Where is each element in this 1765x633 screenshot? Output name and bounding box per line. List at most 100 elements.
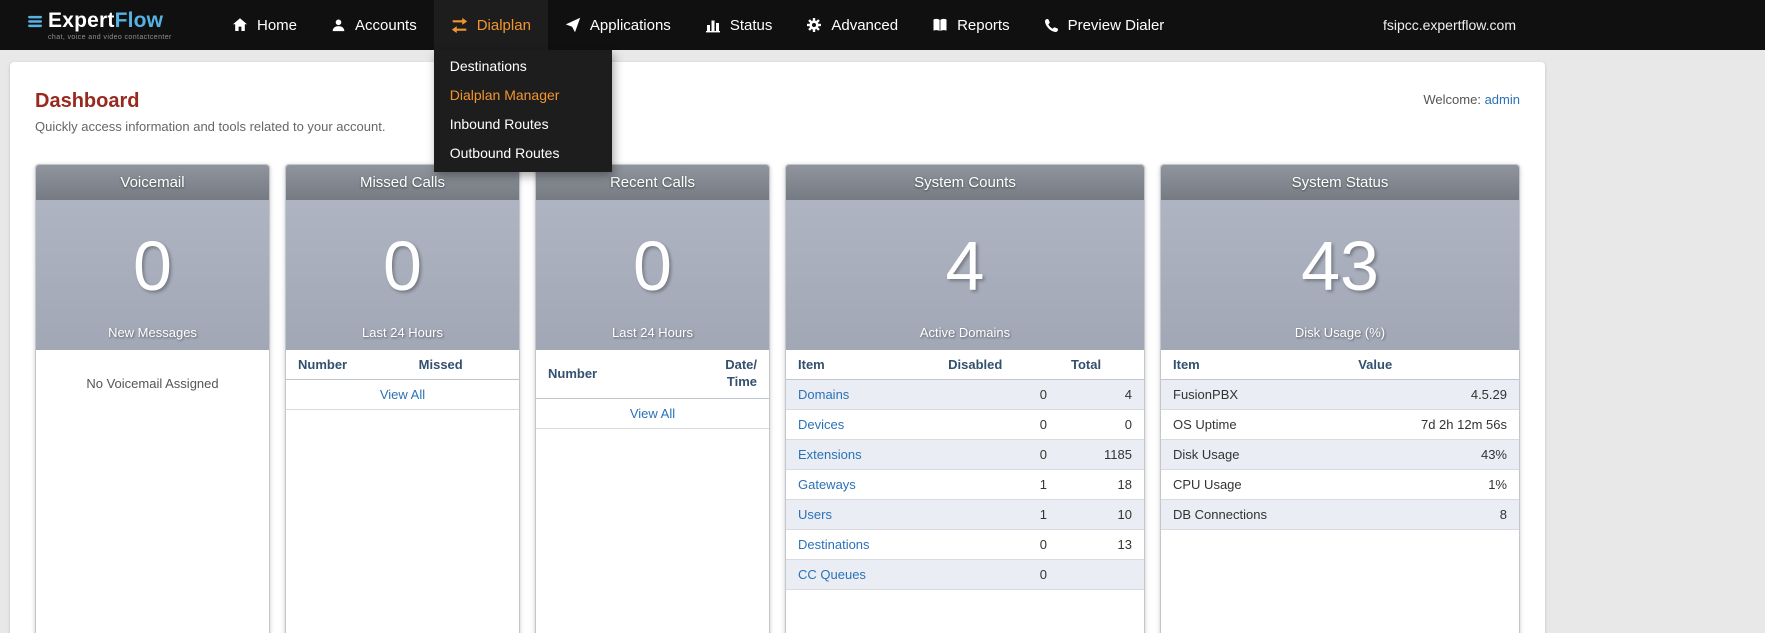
missed-calls-view-all-link[interactable]: View All [380, 387, 425, 402]
column-header-item: Item [1161, 350, 1347, 380]
table-row: DB Connections 8 [1161, 499, 1519, 530]
menu-item-destinations[interactable]: Destinations [434, 52, 612, 81]
nav-item-advanced[interactable]: Advanced [789, 0, 915, 50]
main-menu: Home Accounts Dialplan Destinations Dial… [215, 0, 1182, 172]
nav-item-label: Preview Dialer [1067, 16, 1165, 34]
recent-calls-view-all-link[interactable]: View All [630, 406, 675, 421]
table-row: Disk Usage 43% [1161, 439, 1519, 470]
status-item: DB Connections [1161, 499, 1347, 530]
welcome-label: Welcome: [1423, 92, 1481, 107]
menu-item-outbound-routes[interactable]: Outbound Routes [434, 139, 612, 168]
item-link-domains[interactable]: Domains [798, 387, 849, 402]
table-row: Users 1 10 [786, 499, 1144, 530]
phone-icon [1044, 18, 1059, 33]
column-header-number: Number [286, 350, 407, 380]
status-value: 43% [1346, 439, 1519, 470]
column-header-datetime: Date/Time [713, 350, 769, 399]
column-header-item: Item [786, 350, 937, 380]
nav-item-home[interactable]: Home [215, 0, 314, 50]
nav-item-label: Home [257, 16, 298, 34]
system-status-table: Item Value FusionPBX 4.5.29 OS Uptime 7d… [1161, 350, 1519, 530]
table-row: Domains 0 4 [786, 379, 1144, 410]
column-header-disabled: Disabled [936, 350, 1059, 380]
disabled-count: 1 [936, 469, 1059, 500]
nav-item-dialplan[interactable]: Dialplan Destinations Dialplan Manager I… [433, 0, 612, 172]
nav-item-preview-dialer[interactable]: Preview Dialer [1027, 0, 1182, 50]
table-row: Gateways 1 18 [786, 469, 1144, 500]
nav-item-applications[interactable]: Applications [548, 0, 688, 50]
status-value: 4.5.29 [1346, 379, 1519, 410]
total-count: 1185 [1058, 439, 1144, 470]
system-counts-card: System Counts 4 Active Domains Item Disa… [785, 164, 1145, 633]
nav-item-label: Accounts [355, 16, 417, 34]
status-item: CPU Usage [1161, 469, 1347, 500]
home-icon [232, 17, 248, 33]
system-status-card-title: System Status [1161, 165, 1519, 200]
status-value: 1% [1346, 469, 1519, 500]
menu-item-inbound-routes[interactable]: Inbound Routes [434, 110, 612, 139]
disabled-count: 0 [936, 379, 1059, 410]
user-icon [331, 18, 346, 33]
recent-calls-count: 0 [633, 226, 672, 305]
item-link-extensions[interactable]: Extensions [798, 447, 862, 462]
top-navbar: Expert Flow chat, voice and video contact… [0, 0, 1765, 172]
exchange-arrows-icon [451, 17, 468, 34]
status-item: OS Uptime [1161, 409, 1347, 440]
voicemail-empty-text: No Voicemail Assigned [86, 376, 219, 391]
missed-calls-card: Missed Calls 0 Last 24 Hours Number Miss… [285, 164, 520, 633]
brand-tagline: chat, voice and video contactcenter [48, 34, 172, 41]
system-status-card: System Status 43 Disk Usage (%) Item Val… [1160, 164, 1520, 633]
brand-name-secondary: Flow [114, 9, 164, 32]
welcome-user-link[interactable]: admin [1485, 92, 1520, 107]
recent-calls-count-block: 0 Last 24 Hours [536, 200, 769, 350]
table-row: FusionPBX 4.5.29 [1161, 379, 1519, 410]
nav-item-label: Dialplan [476, 16, 531, 34]
menu-item-dialplan-manager[interactable]: Dialplan Manager [434, 81, 612, 110]
system-counts-count: 4 [945, 226, 985, 305]
table-row: OS Uptime 7d 2h 12m 56s [1161, 409, 1519, 440]
status-value: 7d 2h 12m 56s [1346, 409, 1519, 440]
disabled-count: 0 [936, 529, 1059, 560]
nav-item-label: Advanced [831, 16, 899, 34]
item-link-users[interactable]: Users [798, 507, 832, 522]
status-value: 8 [1346, 499, 1519, 530]
column-header-missed: Missed [406, 350, 519, 380]
nav-item-reports[interactable]: Reports [915, 0, 1027, 50]
status-item: Disk Usage [1161, 439, 1347, 470]
server-domain-label: fsipcc.expertflow.com [1382, 17, 1516, 33]
total-count: 13 [1058, 529, 1144, 560]
nav-item-label: Reports [957, 16, 1010, 34]
voicemail-count: 0 [133, 226, 172, 305]
page-subtitle: Quickly access information and tools rel… [35, 119, 386, 134]
brand-logo[interactable]: Expert Flow chat, voice and video contact… [28, 9, 193, 41]
column-header-number: Number [536, 350, 713, 399]
disabled-count: 0 [936, 559, 1059, 590]
missed-calls-count-label: Last 24 Hours [362, 325, 443, 340]
item-link-cc-queues[interactable]: CC Queues [798, 567, 866, 582]
missed-calls-table: Number Missed View All [286, 350, 519, 410]
item-link-devices[interactable]: Devices [798, 417, 844, 432]
voicemail-card: Voicemail 0 New Messages No Voicemail As… [35, 164, 270, 633]
dashboard-cards: Voicemail 0 New Messages No Voicemail As… [10, 164, 1545, 633]
dialplan-dropdown-menu: Destinations Dialplan Manager Inbound Ro… [433, 50, 612, 172]
recent-calls-count-label: Last 24 Hours [612, 325, 693, 340]
nav-item-accounts[interactable]: Accounts [314, 0, 434, 50]
menu-bars-icon [28, 15, 43, 28]
disabled-count: 0 [936, 409, 1059, 440]
gear-icon [806, 17, 822, 33]
voicemail-count-block: 0 New Messages [36, 200, 269, 350]
table-row: View All [286, 379, 519, 410]
nav-item-status[interactable]: Status [688, 0, 790, 50]
item-link-destinations[interactable]: Destinations [798, 537, 870, 552]
item-link-gateways[interactable]: Gateways [798, 477, 856, 492]
table-row: CC Queues 0 [786, 559, 1144, 590]
column-header-value: Value [1346, 350, 1519, 380]
voicemail-card-title: Voicemail [36, 165, 269, 200]
paper-plane-icon [565, 17, 581, 33]
status-item: FusionPBX [1161, 379, 1347, 410]
book-icon [932, 17, 948, 33]
welcome-text: Welcome: admin [1423, 92, 1520, 107]
recent-calls-card: Recent Calls 0 Last 24 Hours Number Date… [535, 164, 770, 633]
recent-calls-table: Number Date/Time View All [536, 350, 769, 429]
nav-item-label: Status [729, 16, 773, 34]
